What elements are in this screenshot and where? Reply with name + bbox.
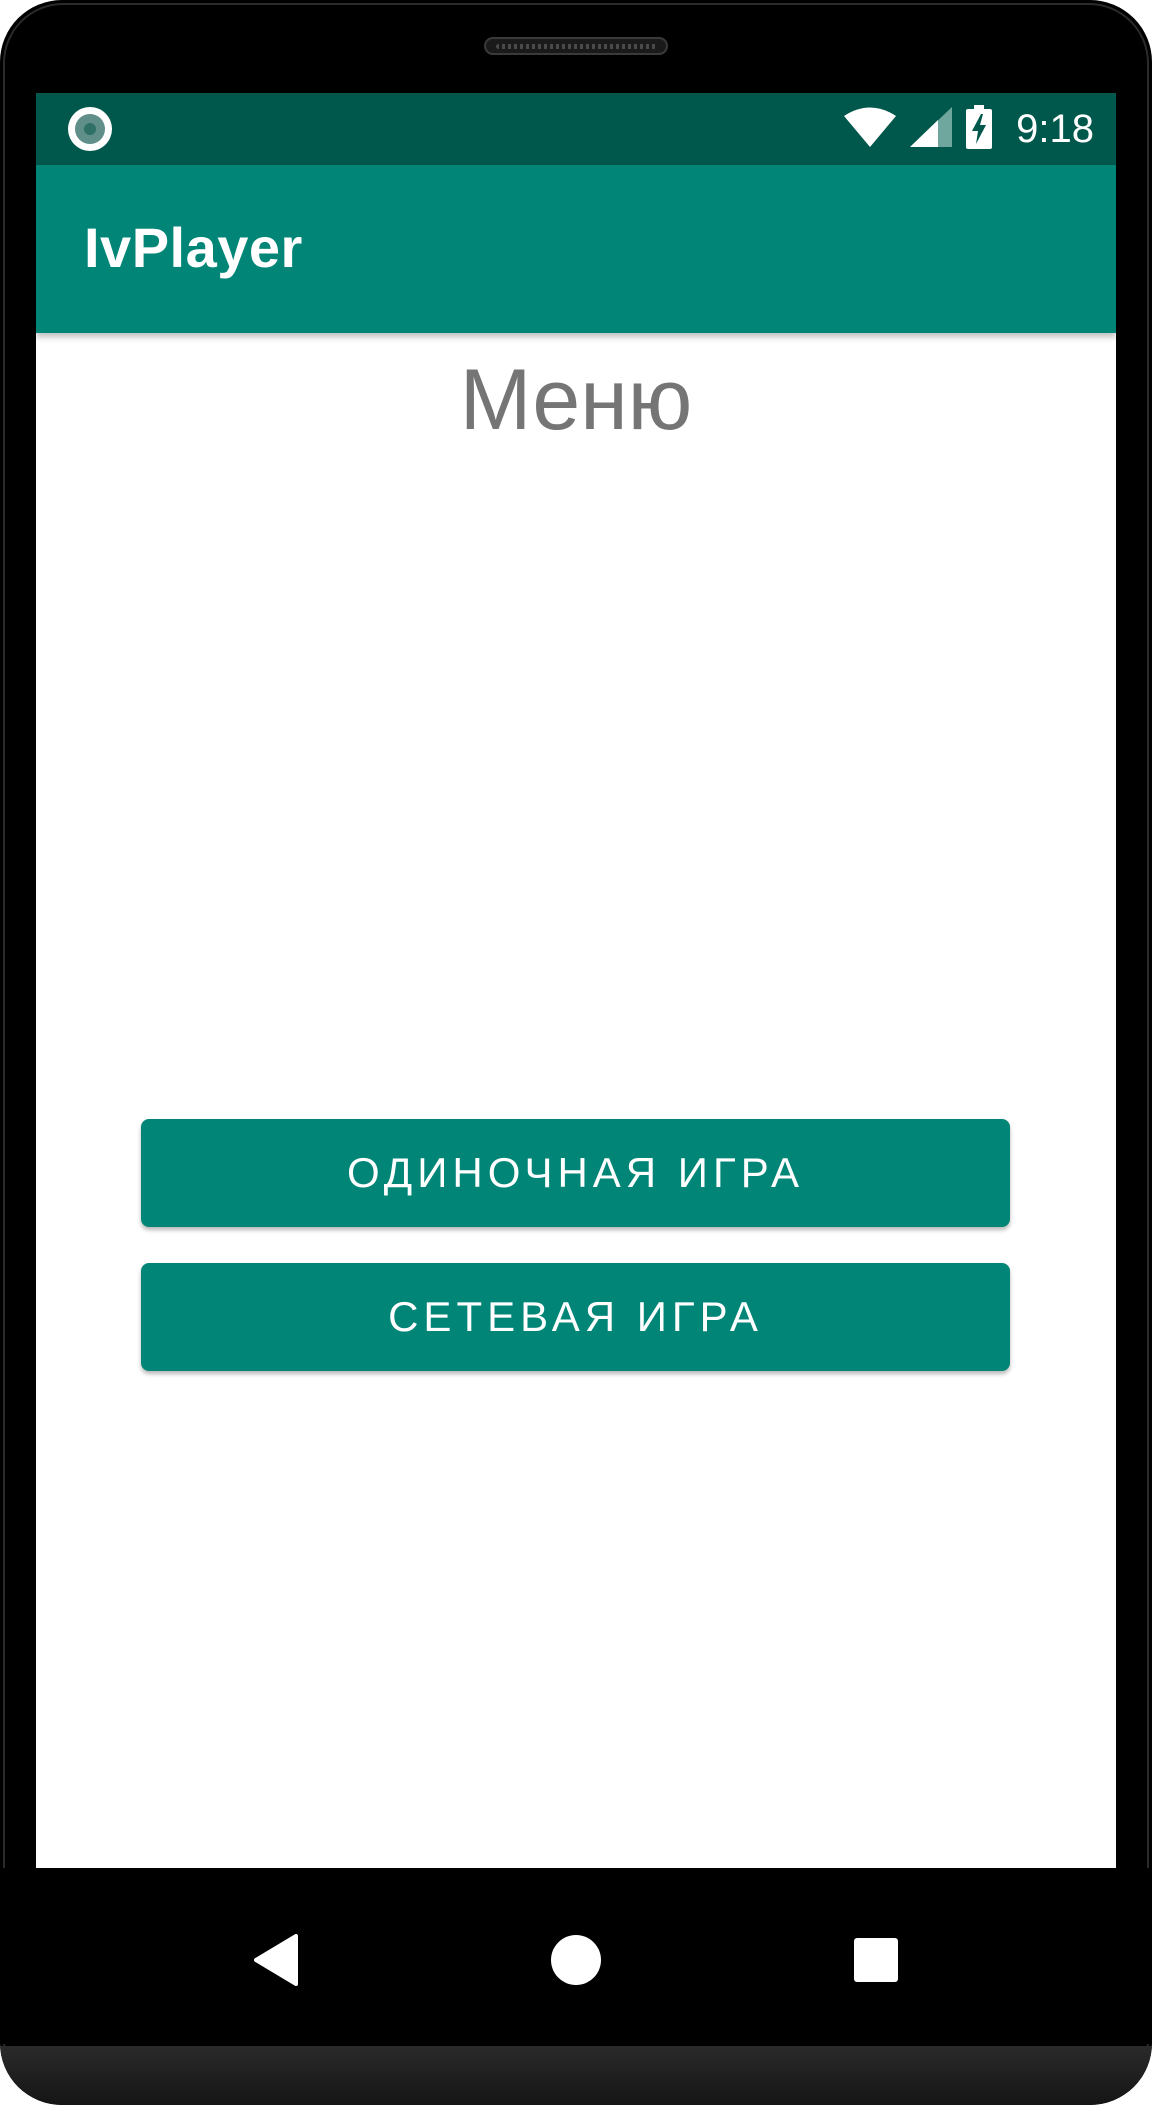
single-player-button[interactable]: ОДИНОЧНАЯ ИГРА	[141, 1119, 1010, 1227]
record-dot-icon	[68, 107, 112, 151]
back-button[interactable]	[236, 1920, 316, 2000]
navigation-bar	[0, 1868, 1152, 2044]
app-bar: IvPlayer	[36, 165, 1116, 333]
app-title: IvPlayer	[84, 216, 303, 279]
earpiece-speaker	[484, 37, 668, 55]
wifi-icon	[844, 107, 897, 151]
back-icon	[254, 1934, 298, 1986]
status-time: 9:18	[1016, 106, 1094, 151]
menu-heading: Меню	[459, 352, 693, 448]
screen: 9:18 IvPlayer Меню ОДИНОЧНАЯ ИГРА СЕТЕВА…	[36, 93, 1116, 1868]
phone-chin	[0, 2046, 1152, 2105]
status-icons: 9:18	[844, 93, 1094, 165]
phone-frame: 9:18 IvPlayer Меню ОДИНОЧНАЯ ИГРА СЕТЕВА…	[0, 0, 1152, 2105]
recents-button[interactable]	[836, 1920, 916, 2000]
main-content: Меню ОДИНОЧНАЯ ИГРА СЕТЕВАЯ ИГРА	[36, 333, 1116, 1868]
home-icon	[551, 1935, 601, 1985]
network-game-button[interactable]: СЕТЕВАЯ ИГРА	[141, 1263, 1010, 1371]
home-button[interactable]	[536, 1920, 616, 2000]
recents-icon	[854, 1938, 898, 1982]
cell-signal-icon	[910, 107, 953, 151]
status-bar: 9:18	[36, 93, 1116, 165]
battery-charging-icon	[966, 105, 993, 153]
